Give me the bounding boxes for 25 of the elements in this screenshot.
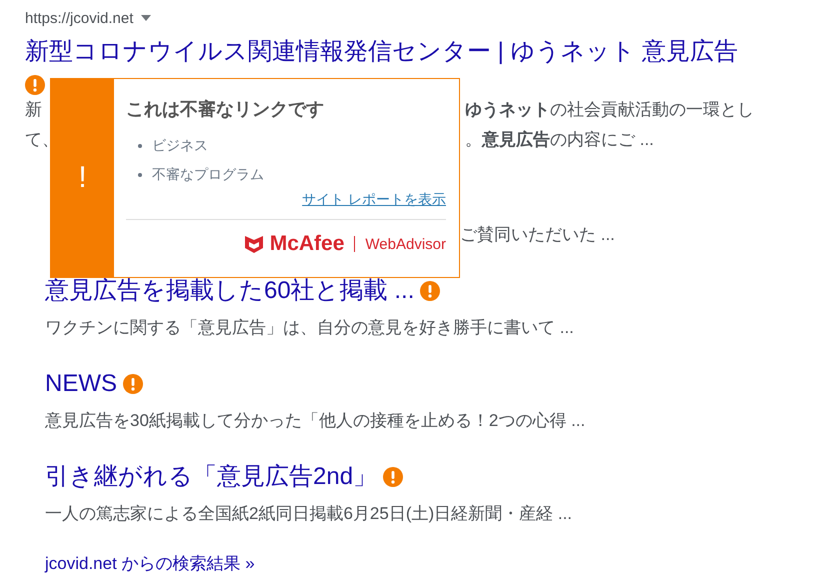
snippet-text: て、 xyxy=(25,130,59,149)
popup-title: これは不審なリンクです xyxy=(126,98,325,121)
bullet-icon xyxy=(138,172,142,176)
sublink-snippet: ご賛同いただいた ... xyxy=(460,225,615,244)
bullet-icon xyxy=(138,144,142,148)
sublink-title[interactable]: 引き継がれる「意見広告2nd」 xyxy=(45,463,378,491)
site-report-link[interactable]: サイト レポートを表示 xyxy=(302,189,446,209)
exclamation-mark: ! xyxy=(78,161,87,195)
sublink-snippet: ワクチンに関する「意見広告」は、自分の意見を好き勝手に書いて ... xyxy=(45,318,574,337)
sublink-title[interactable]: NEWS xyxy=(45,370,117,398)
sublink-title[interactable]: 意見広告を掲載した60社と掲載 ... xyxy=(45,277,414,305)
category-item: ビジネス xyxy=(152,136,208,155)
product-name: WebAdvisor xyxy=(365,236,446,252)
snippet-text: 。意見広告の内容にご ... xyxy=(465,129,655,151)
caret-icon[interactable] xyxy=(141,15,152,21)
category-item: 不審なプログラム xyxy=(152,165,264,184)
result-title-link[interactable]: 新型コロナウイルス関連情報発信センター | ゆうネット 意見広告 xyxy=(25,38,738,65)
shield-icon xyxy=(244,234,264,254)
snippet-text: 新 xyxy=(25,100,42,119)
brand-name: McAfee xyxy=(270,232,344,256)
sublink-snippet: 意見広告を30紙掲載して分かった「他人の接種を止める！2つの心得 ... xyxy=(45,411,586,430)
snippet-text: ゆうネットの社会貢献活動の一環とし xyxy=(465,99,755,121)
result-url: https://jcovid.net xyxy=(25,10,134,26)
more-results-link[interactable]: jcovid.net からの検索結果 » xyxy=(45,552,255,575)
sublink-snippet: 一人の篤志家による全国紙2紙同日掲載6月25日(土)日経新聞・産経 ... xyxy=(45,504,572,523)
